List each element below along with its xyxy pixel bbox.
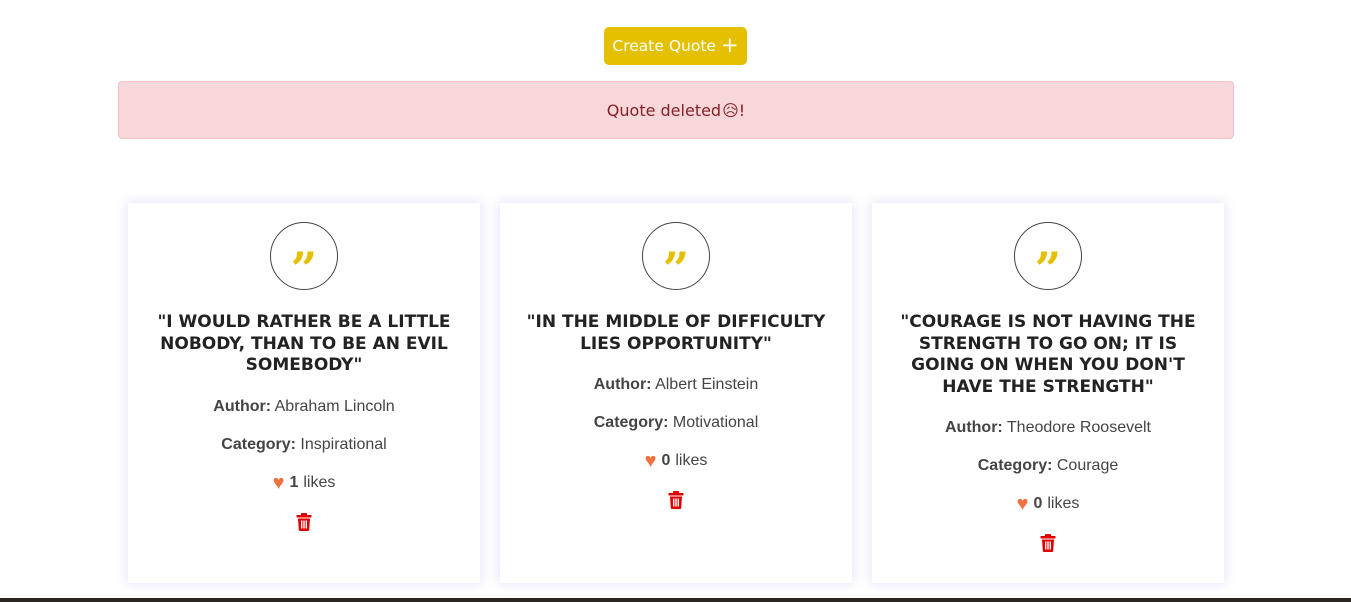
category-label: Category:: [977, 457, 1053, 474]
plus-icon: +: [720, 32, 739, 57]
likes-label: likes: [675, 452, 708, 469]
author-label: Author:: [593, 376, 652, 393]
sad-face-icon: 😥: [722, 100, 739, 120]
quote-text: "In the middle of difficulty lies opport…: [526, 312, 826, 354]
create-quote-button[interactable]: Create Quote +: [604, 27, 747, 65]
likes-count: 0: [1033, 495, 1043, 512]
heart-icon[interactable]: ♥: [273, 473, 285, 493]
trash-icon: [668, 491, 684, 509]
likes-count: 1: [289, 473, 299, 491]
author-label: Author:: [213, 397, 272, 415]
quote-badge: ”: [270, 222, 338, 296]
author-value: Albert Einstein: [655, 376, 759, 393]
category-label: Category:: [221, 435, 296, 453]
quote-category: Category: Motivational: [500, 414, 852, 432]
quote-badge: ”: [642, 222, 710, 296]
quote-author: Author: Albert Einstein: [500, 376, 852, 394]
create-quote-label: Create Quote: [612, 37, 716, 55]
category-label: Category:: [593, 414, 669, 431]
delete-alert: Quote deleted 😥!: [118, 81, 1234, 139]
delete-button[interactable]: [668, 491, 684, 509]
quote-text: "I would rather be a little nobody, than…: [157, 312, 451, 375]
quote-mark-icon: ”: [662, 242, 690, 296]
author-label: Author:: [944, 419, 1003, 436]
quote-category: Category: Courage: [872, 457, 1224, 475]
quote-text: "Courage is not having the strength to g…: [900, 312, 1196, 397]
likes-row: ♥ 0 likes: [872, 494, 1224, 514]
quote-card: ” "Courage is not having the strength to…: [872, 203, 1224, 583]
page-footer-edge: [0, 598, 1351, 602]
trash-icon: [296, 512, 312, 531]
quote-badge: ”: [1014, 222, 1082, 296]
author-value: Theodore Roosevelt: [1006, 419, 1151, 436]
likes-count: 0: [661, 452, 671, 469]
delete-button[interactable]: [1040, 534, 1056, 552]
quote-card: ” "I would rather be a little nobody, th…: [128, 203, 480, 583]
author-value: Abraham Lincoln: [274, 397, 395, 415]
quote-author: Author: Theodore Roosevelt: [872, 419, 1224, 437]
heart-icon[interactable]: ♥: [1017, 494, 1029, 514]
likes-row: ♥ 1 likes: [128, 473, 480, 493]
alert-message: Quote deleted: [606, 100, 722, 120]
category-value: Courage: [1056, 457, 1119, 474]
quote-card: ” "In the middle of difficulty lies oppo…: [500, 203, 852, 583]
category-value: Inspirational: [300, 435, 387, 453]
likes-row: ♥ 0 likes: [500, 451, 852, 471]
alert-suffix: !: [738, 100, 746, 120]
likes-label: likes: [303, 473, 336, 491]
quote-mark-icon: ”: [1034, 242, 1062, 296]
likes-label: likes: [1047, 495, 1080, 512]
quote-category: Category: Inspirational: [128, 436, 480, 454]
heart-icon[interactable]: ♥: [645, 451, 657, 471]
category-value: Motivational: [672, 414, 759, 431]
trash-icon: [1040, 534, 1056, 552]
quote-author: Author: Abraham Lincoln: [128, 398, 480, 416]
delete-button[interactable]: [296, 512, 312, 531]
quote-mark-icon: ”: [290, 242, 318, 296]
